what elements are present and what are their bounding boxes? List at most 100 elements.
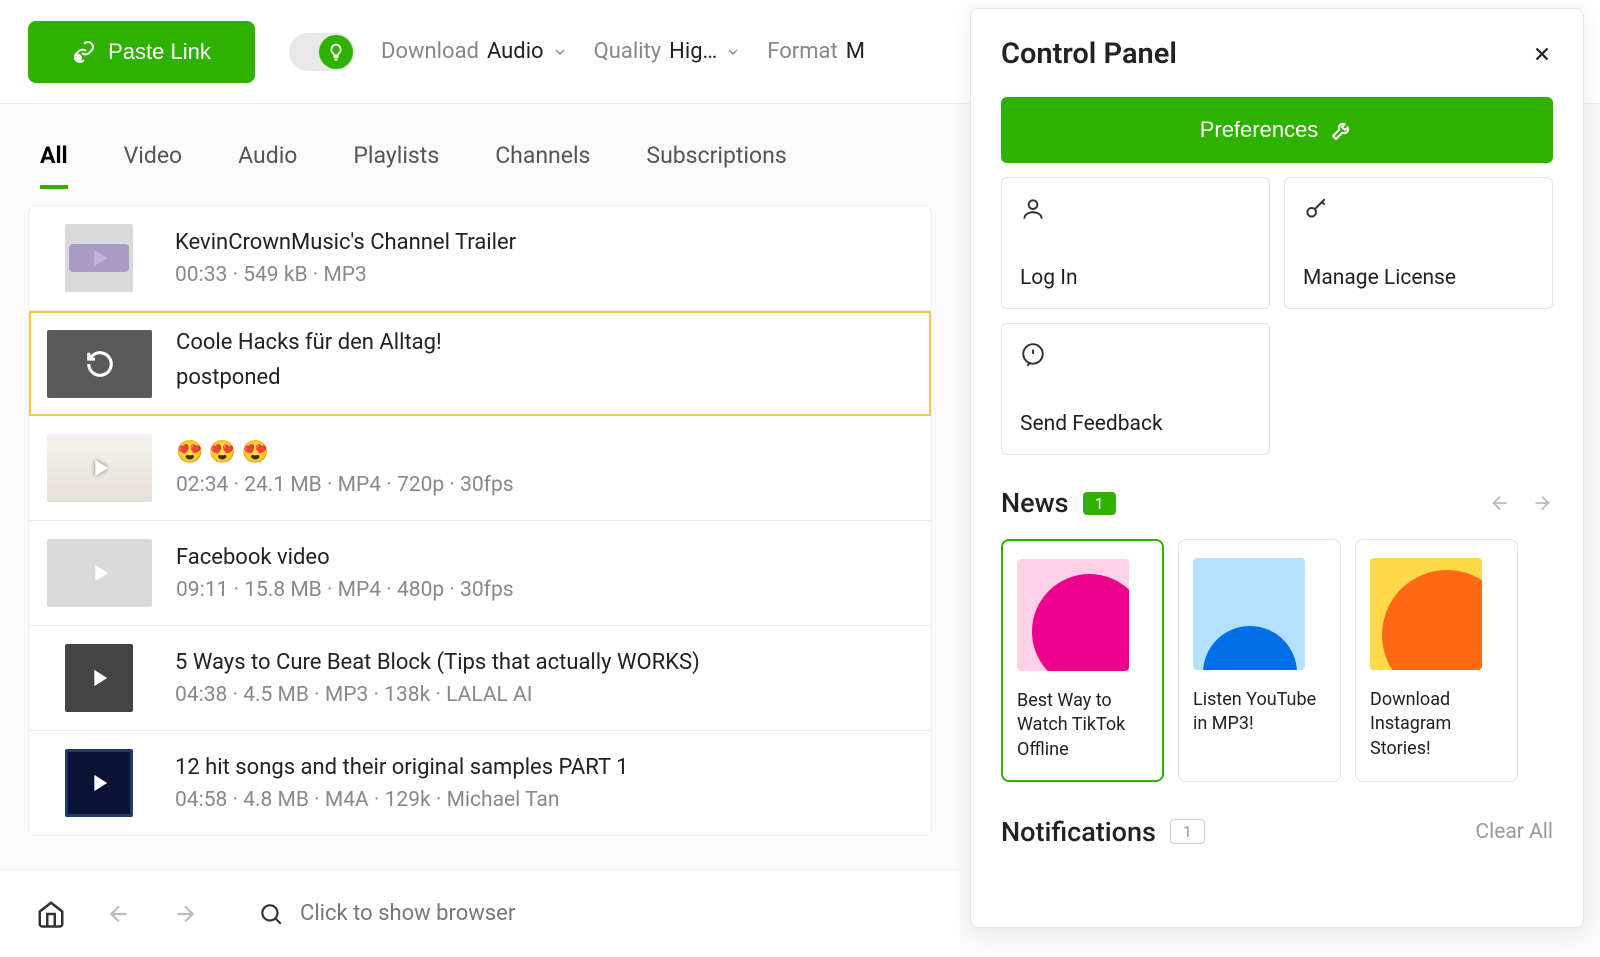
clear-all-button[interactable]: Clear All bbox=[1475, 820, 1553, 844]
preferences-button[interactable]: Preferences bbox=[1001, 97, 1553, 163]
format-select[interactable]: Format M bbox=[767, 39, 865, 64]
tab-subscriptions[interactable]: Subscriptions bbox=[646, 142, 786, 189]
home-button[interactable] bbox=[36, 899, 66, 929]
license-card[interactable]: Manage License bbox=[1284, 177, 1553, 309]
thumbnail bbox=[65, 749, 133, 817]
nav-back-button[interactable] bbox=[106, 901, 132, 927]
user-icon bbox=[1020, 196, 1046, 222]
download-list: KevinCrownMusic's Channel Trailer 00:33 … bbox=[28, 205, 932, 836]
news-card-text: Listen YouTube in MP3! bbox=[1193, 688, 1326, 737]
item-meta: 00:33 · 549 kB · MP3 bbox=[175, 263, 913, 287]
news-badge: 1 bbox=[1083, 492, 1116, 515]
tab-all[interactable]: All bbox=[40, 142, 68, 189]
toggle-knob bbox=[319, 35, 353, 69]
item-meta: 04:38 · 4.5 MB · MP3 · 138k · LALAL AI bbox=[175, 683, 913, 707]
list-item[interactable]: 😍 😍 😍 02:34 · 24.1 MB · MP4 · 720p · 30f… bbox=[29, 416, 931, 521]
browser-search[interactable]: Click to show browser bbox=[258, 901, 924, 927]
thumbnail bbox=[47, 539, 152, 607]
link-icon bbox=[72, 40, 96, 64]
play-icon bbox=[85, 769, 113, 797]
item-title: Coole Hacks für den Alltag! bbox=[176, 329, 913, 358]
news-prev-button[interactable] bbox=[1489, 492, 1511, 514]
item-title: KevinCrownMusic's Channel Trailer bbox=[175, 229, 913, 258]
tab-video[interactable]: Video bbox=[124, 142, 183, 189]
feedback-icon bbox=[1020, 342, 1046, 368]
list-item[interactable]: 5 Ways to Cure Beat Block (Tips that act… bbox=[29, 626, 931, 731]
list-item[interactable]: KevinCrownMusic's Channel Trailer 00:33 … bbox=[29, 206, 931, 311]
home-icon bbox=[36, 899, 66, 929]
browser-placeholder: Click to show browser bbox=[300, 901, 515, 926]
play-icon bbox=[85, 664, 113, 692]
news-card[interactable]: Download Instagram Stories! bbox=[1355, 539, 1518, 782]
news-card[interactable]: Listen YouTube in MP3! bbox=[1178, 539, 1341, 782]
news-card-text: Best Way to Watch TikTok Offline bbox=[1017, 689, 1148, 762]
list-item[interactable]: 12 hit songs and their original samples … bbox=[29, 731, 931, 835]
item-meta: 02:34 · 24.1 MB · MP4 · 720p · 30fps bbox=[176, 473, 913, 497]
tab-audio[interactable]: Audio bbox=[238, 142, 297, 189]
play-icon bbox=[86, 454, 114, 482]
download-mode-select[interactable]: Download Audio bbox=[381, 39, 568, 64]
thumbnail bbox=[65, 224, 133, 292]
retry-icon bbox=[85, 349, 115, 379]
quality-label: Quality bbox=[594, 39, 662, 64]
login-card[interactable]: Log In bbox=[1001, 177, 1270, 309]
quality-value: Hig… bbox=[669, 39, 717, 64]
search-icon bbox=[258, 901, 284, 927]
paste-link-label: Paste Link bbox=[108, 39, 211, 65]
tab-playlists[interactable]: Playlists bbox=[353, 142, 439, 189]
item-subtitle: postponed bbox=[176, 364, 913, 393]
list-item[interactable]: Coole Hacks für den Alltag! postponed bbox=[29, 311, 931, 416]
item-meta: 09:11 · 15.8 MB · MP4 · 480p · 30fps bbox=[176, 578, 913, 602]
thumbnail-retry[interactable] bbox=[47, 330, 152, 398]
feedback-card[interactable]: Send Feedback bbox=[1001, 323, 1270, 455]
wrench-icon bbox=[1330, 118, 1354, 142]
item-body: KevinCrownMusic's Channel Trailer 00:33 … bbox=[175, 229, 913, 288]
smart-mode-toggle[interactable] bbox=[289, 33, 355, 71]
play-icon bbox=[85, 244, 113, 272]
thumbnail bbox=[65, 644, 133, 712]
thumbnail bbox=[47, 434, 152, 502]
news-card-image bbox=[1193, 558, 1305, 670]
news-card-image bbox=[1370, 558, 1482, 670]
preferences-label: Preferences bbox=[1200, 117, 1319, 143]
news-card[interactable]: Best Way to Watch TikTok Offline bbox=[1001, 539, 1164, 782]
notifications-title: Notifications bbox=[1001, 816, 1156, 848]
key-icon bbox=[1303, 196, 1329, 222]
news-card-image bbox=[1017, 559, 1129, 671]
format-value: M bbox=[846, 39, 865, 64]
item-meta: 04:58 · 4.8 MB · M4A · 129k · Michael Ta… bbox=[175, 788, 913, 812]
notifications-badge: 1 bbox=[1170, 819, 1205, 844]
item-body: 5 Ways to Cure Beat Block (Tips that act… bbox=[175, 649, 913, 708]
news-title: News bbox=[1001, 487, 1069, 519]
item-title: 😍 😍 😍 bbox=[176, 439, 913, 468]
paste-link-button[interactable]: Paste Link bbox=[28, 21, 255, 83]
tab-channels[interactable]: Channels bbox=[495, 142, 590, 189]
item-title: Facebook video bbox=[176, 544, 913, 573]
close-button[interactable] bbox=[1531, 43, 1553, 65]
arrow-right-icon bbox=[172, 901, 198, 927]
quality-select[interactable]: Quality Hig… bbox=[594, 39, 742, 64]
control-panel: Control Panel Preferences Log In Manage … bbox=[970, 8, 1584, 928]
arrow-left-icon bbox=[106, 901, 132, 927]
item-title: 5 Ways to Cure Beat Block (Tips that act… bbox=[175, 649, 913, 678]
feedback-label: Send Feedback bbox=[1020, 412, 1251, 436]
format-label: Format bbox=[767, 39, 837, 64]
lightbulb-icon bbox=[326, 42, 346, 62]
news-next-button[interactable] bbox=[1531, 492, 1553, 514]
license-label: Manage License bbox=[1303, 266, 1534, 290]
item-body: 😍 😍 😍 02:34 · 24.1 MB · MP4 · 720p · 30f… bbox=[176, 439, 913, 498]
login-label: Log In bbox=[1020, 266, 1251, 290]
chevron-down-icon bbox=[725, 44, 741, 60]
download-label: Download bbox=[381, 39, 479, 64]
item-body: 12 hit songs and their original samples … bbox=[175, 754, 913, 813]
play-icon bbox=[86, 559, 114, 587]
download-value: Audio bbox=[487, 39, 544, 64]
item-body: Coole Hacks für den Alltag! postponed bbox=[176, 329, 913, 398]
list-item[interactable]: Facebook video 09:11 · 15.8 MB · MP4 · 4… bbox=[29, 521, 931, 626]
close-icon bbox=[1531, 43, 1553, 65]
bottom-bar: Click to show browser bbox=[0, 869, 960, 957]
news-card-text: Download Instagram Stories! bbox=[1370, 688, 1503, 761]
item-body: Facebook video 09:11 · 15.8 MB · MP4 · 4… bbox=[176, 544, 913, 603]
nav-forward-button[interactable] bbox=[172, 901, 198, 927]
chevron-down-icon bbox=[552, 44, 568, 60]
